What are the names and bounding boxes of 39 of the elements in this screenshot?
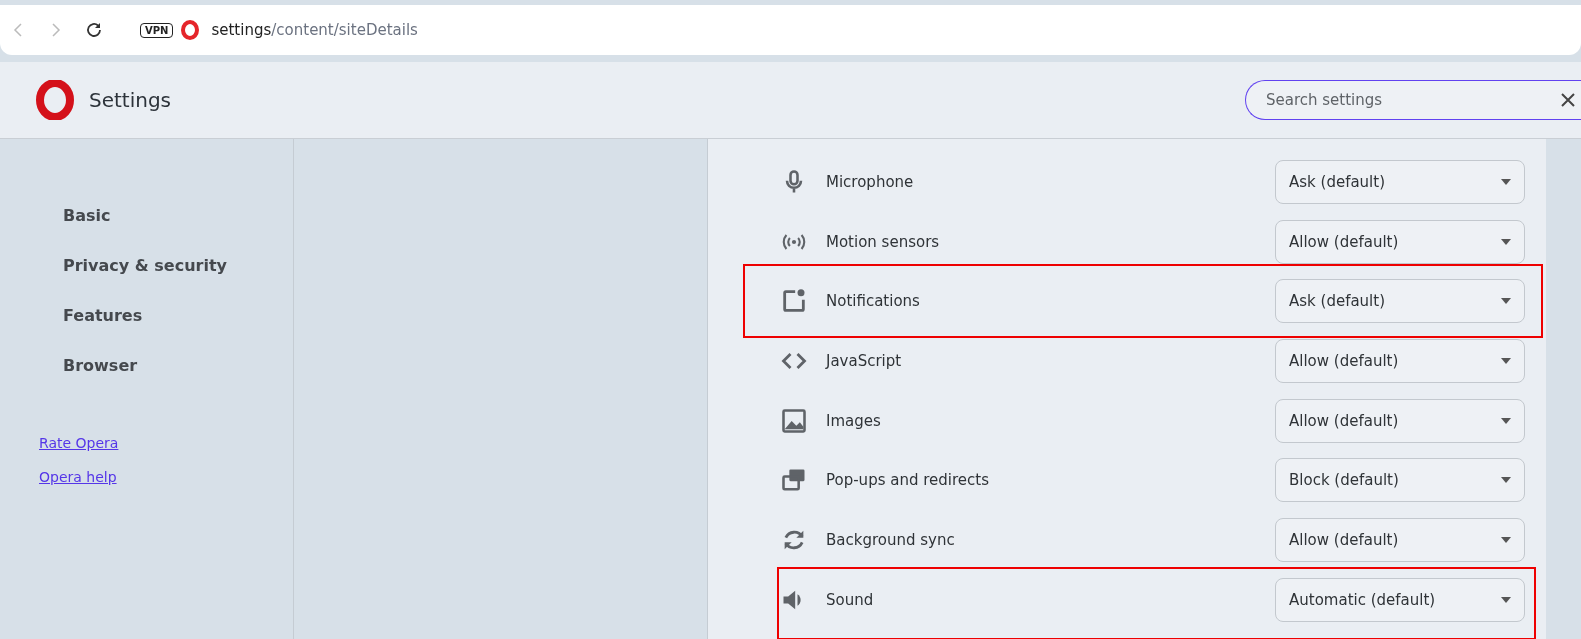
page-title: Settings — [89, 88, 172, 112]
sidebar-item[interactable]: Features — [63, 305, 293, 355]
close-icon[interactable] — [1561, 93, 1575, 107]
permission-label: Notifications — [826, 292, 920, 311]
caret-icon — [1501, 298, 1511, 305]
reload-icon[interactable] — [84, 20, 104, 40]
opera-logo-icon — [181, 20, 200, 40]
permission-dropdown[interactable]: Block (default) — [1275, 458, 1525, 503]
caret-icon — [1501, 536, 1511, 543]
permission-label: Pop-ups and redirects — [826, 471, 989, 490]
permission-dropdown[interactable]: Allow (default) — [1275, 219, 1525, 264]
sidebar-item[interactable]: Basic — [63, 205, 293, 255]
caret-icon — [1501, 477, 1511, 484]
permission-dropdown[interactable]: Allow (default) — [1275, 517, 1525, 562]
image-icon — [780, 406, 808, 435]
caret-icon — [1501, 417, 1511, 424]
caret-icon — [1501, 357, 1511, 364]
permission-label: Microphone — [826, 172, 914, 191]
url-text[interactable]: settings/content/siteDetails — [211, 21, 418, 39]
permission-dropdown[interactable]: Automatic (default) — [1275, 577, 1525, 622]
caret-icon — [1501, 596, 1511, 603]
permission-dropdown[interactable]: Ask (default) — [1275, 279, 1525, 324]
sidebar-item[interactable]: Browser — [63, 355, 293, 405]
permission-label: Background sync — [826, 530, 955, 549]
permission-label: Sound — [826, 590, 874, 609]
search-field[interactable]: Search settings — [1245, 80, 1581, 120]
caret-icon — [1501, 238, 1511, 245]
opera-logo-icon — [35, 80, 75, 120]
permission-dropdown[interactable]: Allow (default) — [1275, 338, 1525, 383]
vpn-badge[interactable]: VPN — [140, 22, 174, 38]
permission-dropdown[interactable]: Ask (default) — [1275, 159, 1525, 204]
sidebar-item[interactable]: Privacy & security — [63, 255, 293, 305]
caret-icon — [1501, 178, 1511, 185]
sidebar-link[interactable]: Rate Opera — [39, 435, 293, 451]
permission-label: Images — [826, 411, 881, 430]
permission-label: Motion sensors — [826, 232, 940, 251]
permission-label: JavaScript — [826, 351, 902, 370]
permission-dropdown[interactable]: Allow (default) — [1275, 398, 1525, 443]
sidebar-link[interactable]: Opera help — [39, 469, 293, 485]
